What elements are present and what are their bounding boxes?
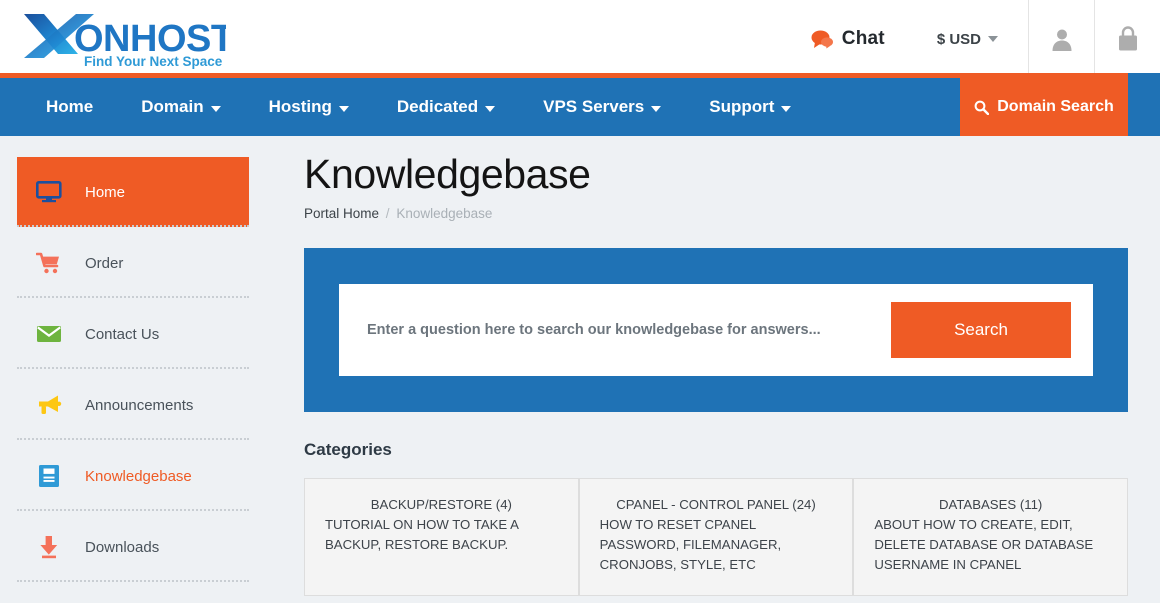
- sidebar-item-order[interactable]: Order: [17, 228, 265, 298]
- nav-item-domain[interactable]: Domain: [117, 78, 244, 136]
- category-card[interactable]: BACKUP/RESTORE (4) TUTORIAL ON HOW TO TA…: [304, 478, 579, 596]
- domain-search-label: Domain Search: [997, 98, 1114, 115]
- book-icon: [35, 464, 63, 488]
- chevron-down-icon: [651, 106, 662, 112]
- account-button[interactable]: [1028, 0, 1094, 78]
- category-description: ABOUT HOW TO CREATE, EDIT, DELETE DATABA…: [874, 517, 1094, 572]
- chat-button[interactable]: Chat: [792, 0, 919, 78]
- sidebar-item-label: Announcements: [85, 396, 194, 414]
- chevron-down-icon: [338, 106, 349, 112]
- categories-grid: BACKUP/RESTORE (4) TUTORIAL ON HOW TO TA…: [304, 478, 1128, 596]
- shopping-cart-icon: [35, 252, 63, 274]
- breadcrumb-separator: /: [385, 206, 390, 221]
- knowledgebase-search-panel: Search: [304, 248, 1128, 412]
- header-actions: Chat $ USD: [792, 0, 1160, 78]
- sidebar-item-home[interactable]: Home: [17, 157, 249, 227]
- main-navigation: Home Domain Hosting Dedicated VPS Server…: [0, 78, 1160, 136]
- category-title: BACKUP/RESTORE (4): [370, 497, 512, 512]
- nav-label: Dedicated: [396, 97, 479, 116]
- nav-item-hosting[interactable]: Hosting: [245, 78, 373, 136]
- chevron-down-icon: [210, 106, 221, 112]
- sidebar-item-knowledgebase[interactable]: Knowledgebase: [17, 441, 265, 511]
- search-input[interactable]: [367, 322, 891, 338]
- shopping-bag-icon: [1118, 26, 1137, 51]
- sidebar-item-downloads[interactable]: Downloads: [17, 512, 265, 582]
- nav-label: Domain: [141, 97, 204, 116]
- nav-label: Home: [46, 97, 94, 116]
- category-title: DATABASES (11): [938, 497, 1043, 512]
- sidebar-item-label: Home: [85, 183, 126, 201]
- category-description: HOW TO RESET CPANEL PASSWORD, FILEMANAGE…: [599, 517, 782, 572]
- search-button[interactable]: Search: [891, 302, 1071, 358]
- page-body: Home Order Contact Us Announcements Know…: [0, 136, 1160, 603]
- breadcrumb-current: Knowledgebase: [396, 206, 493, 221]
- site-logo[interactable]: ONHOST Find Your Next Space: [18, 8, 226, 70]
- sidebar-item-contact-us[interactable]: Contact Us: [17, 299, 265, 369]
- nav-item-support[interactable]: Support: [685, 78, 815, 136]
- nav-label: Hosting: [268, 97, 332, 116]
- domain-search-button[interactable]: Domain Search: [960, 78, 1128, 136]
- monitor-icon: [35, 181, 63, 203]
- chat-bubble-icon: [811, 30, 833, 49]
- sidebar-item-label: Downloads: [85, 538, 160, 556]
- nav-label: VPS Servers: [543, 97, 645, 116]
- sidebar-item-announcements[interactable]: Announcements: [17, 370, 265, 440]
- svg-text:Find Your Next Space: Find Your Next Space: [84, 54, 223, 69]
- category-card[interactable]: CPANEL - CONTROL PANEL (24) HOW TO RESET…: [578, 478, 854, 596]
- currency-label: $ USD: [936, 30, 981, 48]
- sidebar-item-label: Knowledgebase: [85, 467, 192, 485]
- nav-item-dedicated[interactable]: Dedicated: [373, 78, 519, 136]
- search-box: Search: [339, 284, 1093, 376]
- main-content: Knowledgebase Portal Home / Knowledgebas…: [265, 136, 1160, 603]
- nav-item-vps-servers[interactable]: VPS Servers: [519, 78, 685, 136]
- breadcrumb-portal-home[interactable]: Portal Home: [304, 206, 379, 221]
- category-title: CPANEL - CONTROL PANEL (24): [616, 497, 816, 512]
- categories-heading: Categories: [304, 440, 392, 459]
- category-description: TUTORIAL ON HOW TO TAKE A BACKUP, RESTOR…: [325, 517, 519, 552]
- logo-graphic: ONHOST Find Your Next Space: [24, 14, 226, 69]
- nav-links: Home Domain Hosting Dedicated VPS Server…: [0, 78, 815, 136]
- chevron-down-icon: [988, 36, 998, 42]
- search-icon: [974, 100, 990, 115]
- site-header: ONHOST Find Your Next Space Chat $ USD: [0, 0, 1160, 78]
- user-icon: [1052, 29, 1071, 51]
- page-title: Knowledgebase: [304, 151, 591, 197]
- chevron-down-icon: [485, 106, 496, 112]
- nav-item-home[interactable]: Home: [22, 78, 117, 136]
- sidebar-item-label: Contact Us: [85, 325, 160, 343]
- sidebar: Home Order Contact Us Announcements Know…: [0, 136, 265, 603]
- breadcrumb: Portal Home / Knowledgebase: [304, 206, 1128, 221]
- nav-label: Support: [709, 97, 775, 116]
- chat-label: Chat: [841, 28, 885, 49]
- category-card[interactable]: DATABASES (11) ABOUT HOW TO CREATE, EDIT…: [853, 478, 1128, 596]
- cart-button[interactable]: [1094, 0, 1160, 78]
- envelope-icon: [35, 324, 63, 344]
- currency-selector[interactable]: $ USD: [919, 0, 1028, 78]
- download-icon: [35, 535, 63, 559]
- sidebar-item-label: Order: [85, 254, 124, 272]
- chevron-down-icon: [781, 106, 792, 112]
- megaphone-icon: [35, 394, 63, 416]
